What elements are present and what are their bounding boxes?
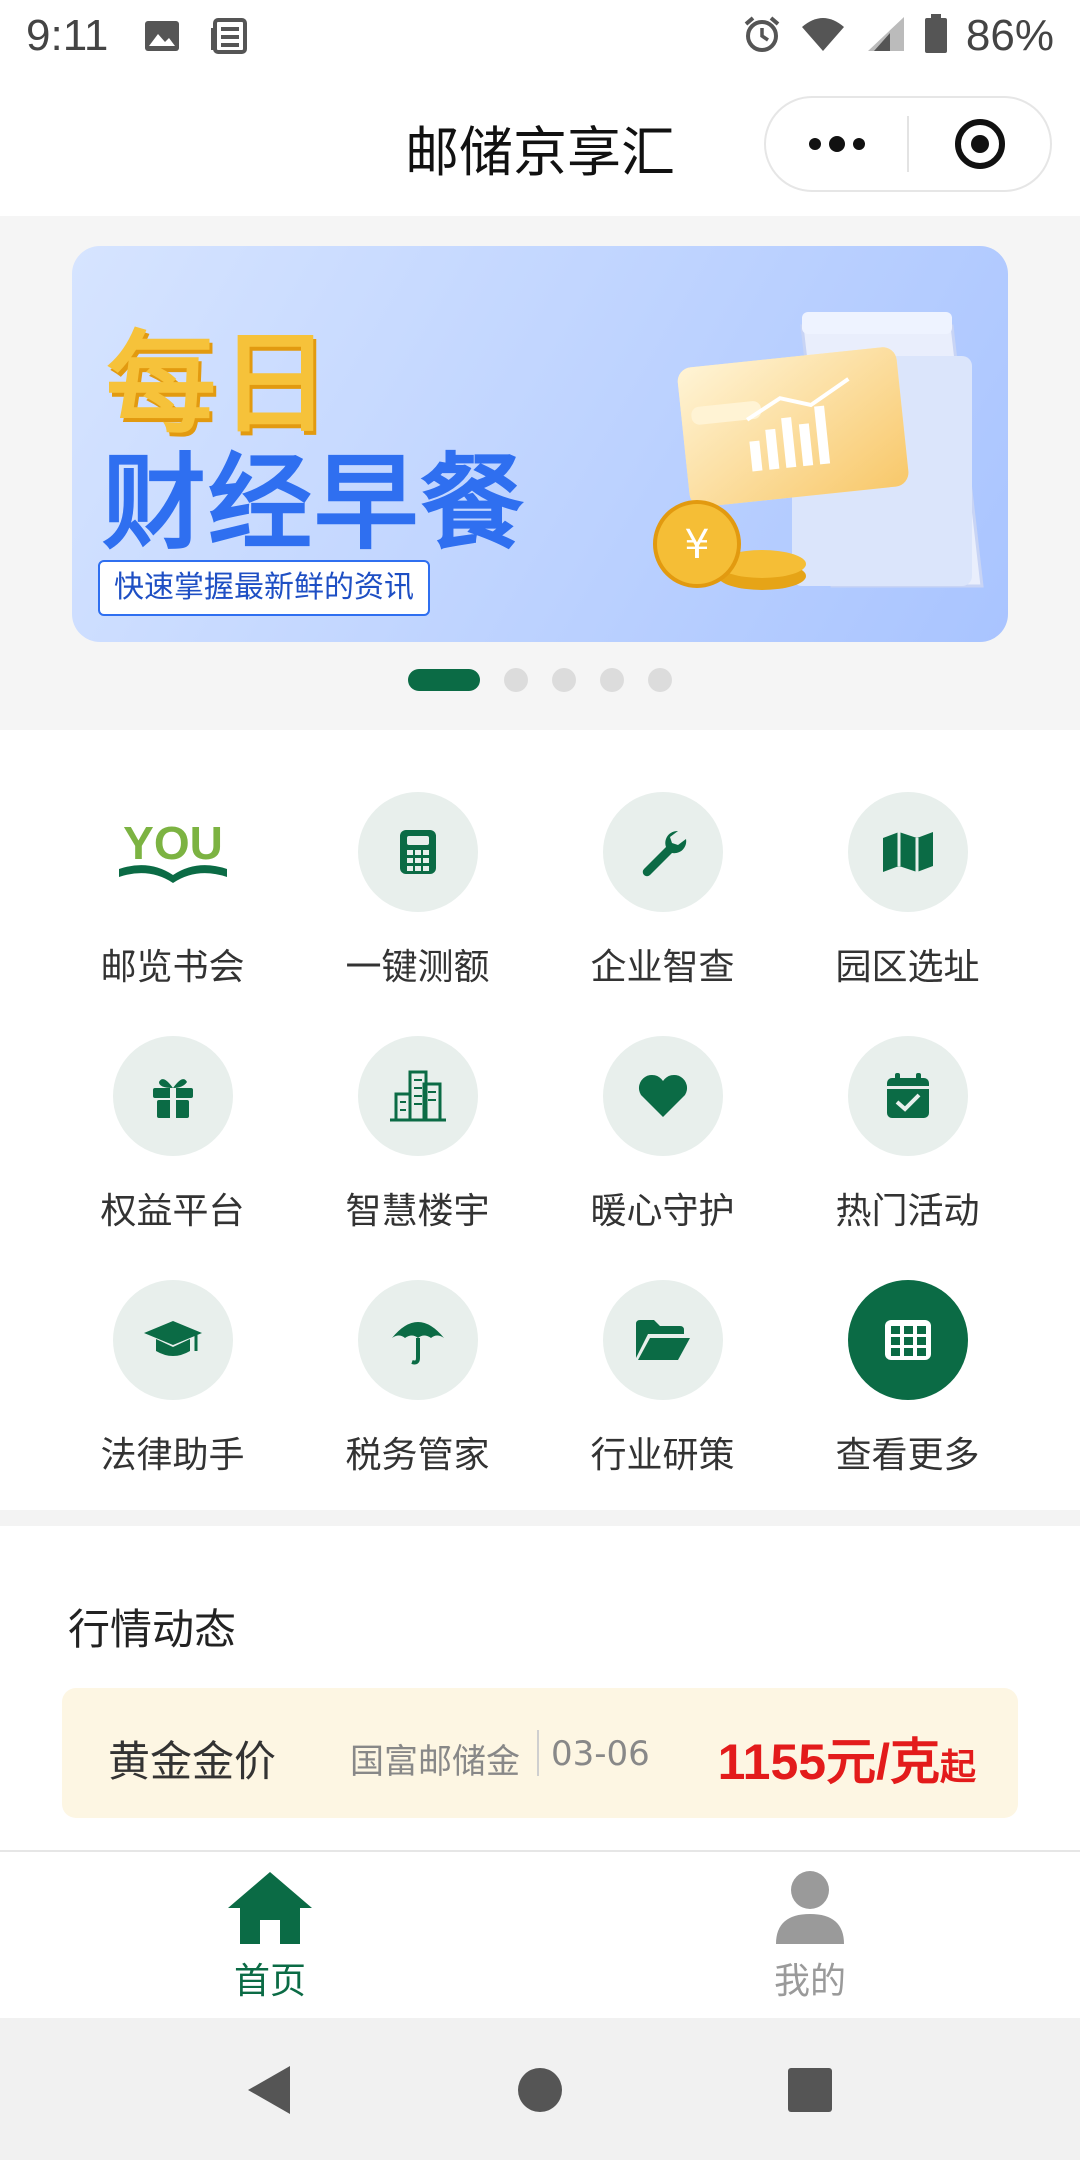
grid-item-warm-care[interactable]: 暖心守护 <box>540 1036 785 1236</box>
pagination-dot[interactable] <box>504 668 528 692</box>
gold-price: 1155元/克起 <box>718 1722 976 1794</box>
status-bar: 9:11 86% <box>0 0 1080 72</box>
recents-icon <box>788 2068 832 2112</box>
folder-open-icon <box>602 1280 723 1400</box>
banner-title-line2: 财经早餐 <box>102 442 527 564</box>
banner-section: 每日 财经早餐 快速掌握最新鲜的资讯 ¥ <box>0 216 1080 730</box>
grid-item-view-more[interactable]: 查看更多 <box>785 1280 1030 1480</box>
battery-percent: 86% <box>965 11 1054 60</box>
pagination-dot[interactable] <box>552 668 576 692</box>
home-button[interactable] <box>508 2058 572 2122</box>
mini-program-header: 邮储京享汇 <box>0 72 1080 216</box>
grid-item-park-site[interactable]: 园区选址 <box>785 792 1030 992</box>
capsule-menu <box>764 96 1052 192</box>
grid-item-smart-building[interactable]: 智慧楼宇 <box>295 1036 540 1236</box>
tab-label: 我的 <box>773 1961 846 2002</box>
battery-icon <box>924 14 948 58</box>
status-time: 9:11 <box>26 11 109 60</box>
calendar-check-icon <box>847 1036 968 1156</box>
gold-price-card[interactable]: 黄金金价 国富邮储金 03-06 1155元/克起 <box>62 1688 1018 1818</box>
grid-more-icon <box>847 1280 968 1400</box>
grid-label: 邮览书会 <box>100 947 245 988</box>
gold-name: 黄金金价 <box>108 1737 277 1786</box>
you-logo-icon: YOU <box>113 792 233 912</box>
graduation-cap-icon <box>112 1280 233 1400</box>
tab-mine[interactable]: 我的 <box>710 1870 910 2004</box>
grid-label: 法律助手 <box>100 1435 245 1476</box>
building-icon <box>357 1036 478 1156</box>
image-icon <box>142 16 182 56</box>
gift-icon <box>112 1036 233 1156</box>
grid-item-legal-assistant[interactable]: 法律助手 <box>50 1280 295 1480</box>
market-title: 行情动态 <box>68 1605 237 1654</box>
grid-label: 查看更多 <box>835 1435 980 1476</box>
grid-label: 一键测额 <box>345 947 490 988</box>
section-divider <box>0 1510 1080 1526</box>
gold-price-suffix: 起 <box>939 1746 976 1787</box>
calendar-illustration: ¥ <box>653 312 984 590</box>
back-icon <box>248 2066 290 2114</box>
news-icon <box>208 16 248 56</box>
tab-home[interactable]: 首页 <box>170 1870 370 2004</box>
tab-label: 首页 <box>233 1961 306 2002</box>
signal-icon <box>864 15 906 57</box>
gold-source: 国富邮储金 <box>350 1742 520 1782</box>
user-icon <box>776 1871 844 1944</box>
back-button[interactable] <box>236 2058 300 2122</box>
grid-item-enterprise-check[interactable]: 企业智查 <box>540 792 785 992</box>
umbrella-icon <box>357 1280 478 1400</box>
banner-pagination <box>0 668 1080 692</box>
pagination-dot[interactable] <box>600 668 624 692</box>
wrench-icon <box>602 792 723 912</box>
svg-text:¥: ¥ <box>684 522 709 568</box>
more-dots-icon <box>808 136 865 152</box>
pagination-dot[interactable] <box>408 669 480 691</box>
banner-subtitle: 快速掌握最新鲜的资讯 <box>98 560 430 616</box>
grid-item-industry-research[interactable]: 行业研策 <box>540 1280 785 1480</box>
gold-divider <box>537 1730 539 1776</box>
svg-text:YOU: YOU <box>123 817 223 869</box>
grid-label: 权益平台 <box>100 1191 245 1232</box>
gold-date: 03-06 <box>551 1734 650 1774</box>
grid-item-quick-quota[interactable]: 一键测额 <box>295 792 540 992</box>
calculator-icon <box>357 792 478 912</box>
grid-item-benefits-platform[interactable]: 权益平台 <box>50 1036 295 1236</box>
grid-label: 热门活动 <box>835 1191 980 1232</box>
grid-label: 行业研策 <box>590 1435 735 1476</box>
more-button[interactable] <box>766 98 907 190</box>
home-icon <box>228 1872 312 1944</box>
target-icon <box>954 119 1005 169</box>
grid-item-hot-events[interactable]: 热门活动 <box>785 1036 1030 1236</box>
grid-item-tax-butler[interactable]: 税务管家 <box>295 1280 540 1480</box>
grid-label: 暖心守护 <box>590 1191 735 1232</box>
market-section: 行情动态 黄金金价 国富邮储金 03-06 1155元/克起 <box>0 1526 1080 1850</box>
feature-grid: YOU 邮览书会 一键测额 企业智查 园区选址 权益平台 智慧楼宇 暖心守护 热… <box>0 730 1080 1510</box>
pagination-dot[interactable] <box>648 668 672 692</box>
grid-label: 智慧楼宇 <box>345 1191 490 1232</box>
alarm-icon <box>742 14 782 58</box>
system-nav-bar <box>0 2018 1080 2160</box>
grid-label: 园区选址 <box>835 947 980 988</box>
map-icon <box>847 792 968 912</box>
gold-price-value: 1155元/克 <box>717 1734 940 1790</box>
recents-button[interactable] <box>778 2058 842 2122</box>
home-circle-icon <box>518 2068 562 2112</box>
close-button[interactable] <box>909 98 1050 190</box>
grid-label: 税务管家 <box>345 1435 490 1476</box>
tab-bar: 首页 我的 <box>0 1850 1080 2018</box>
banner-carousel[interactable]: 每日 财经早餐 快速掌握最新鲜的资讯 ¥ <box>72 246 1008 642</box>
grid-item-youlan-book-club[interactable]: YOU 邮览书会 <box>50 792 295 992</box>
wifi-icon <box>800 15 846 57</box>
grid-label: 企业智查 <box>590 947 735 988</box>
heart-icon <box>602 1036 723 1156</box>
